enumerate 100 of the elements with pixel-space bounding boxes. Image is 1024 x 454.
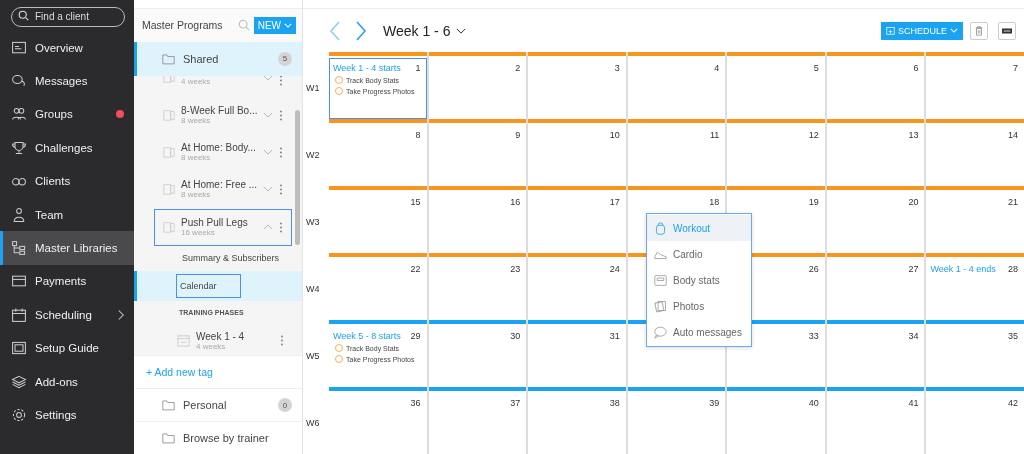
day-number: 19: [808, 197, 819, 207]
scrollbar[interactable]: [295, 109, 300, 245]
day-number: 28: [1007, 264, 1018, 274]
week-label: W4: [305, 282, 321, 296]
search-icon[interactable]: [237, 19, 250, 32]
day-number: 10: [609, 130, 620, 140]
day-number: 15: [410, 197, 421, 207]
day-number: 27: [908, 264, 919, 274]
scale-icon: [654, 273, 667, 287]
folder-item[interactable]: Shared 5: [134, 41, 302, 76]
phase-item[interactable]: Week 1 - 4 4 weeks: [134, 324, 292, 355]
count-badge: 0: [278, 398, 292, 413]
day-number: 23: [510, 264, 521, 274]
folder-icon: [162, 399, 175, 412]
day-number: 29: [410, 331, 421, 341]
week-label: W5: [305, 349, 321, 363]
next-icon[interactable]: [355, 20, 367, 41]
panel-title: Master Programs: [142, 19, 224, 32]
day-number: 9: [515, 130, 521, 140]
day-number: 3: [614, 63, 620, 73]
more-icon[interactable]: [280, 335, 284, 347]
more-icon[interactable]: [279, 221, 283, 233]
book-icon: [163, 221, 175, 234]
caret-icon: [456, 27, 467, 34]
program-item[interactable]: 8-Week Full Bo... 8 weeks: [154, 96, 292, 134]
week-label: W1: [305, 81, 321, 95]
hierarchy-icon: [11, 240, 27, 257]
phase-note: Week 1 - 4 ends: [930, 264, 996, 274]
nav-item[interactable]: Payments: [0, 264, 134, 299]
expand-icon[interactable]: [263, 75, 273, 81]
day-number: 31: [609, 331, 620, 341]
nav-item[interactable]: Master Libraries: [0, 231, 134, 265]
day-number: 13: [908, 130, 919, 140]
expand-icon[interactable]: [263, 149, 273, 156]
day-number: 30: [510, 331, 521, 341]
phase-note: Week 5 - 8 starts: [333, 331, 401, 341]
folder-icon: [162, 52, 175, 65]
week-range-dropdown[interactable]: Week 1 - 6: [377, 22, 467, 39]
day-number: 22: [410, 264, 421, 274]
menu-item[interactable]: Body stats: [647, 267, 751, 293]
day-number: 42: [1007, 398, 1018, 408]
day-number: 37: [510, 398, 521, 408]
day-number: 17: [609, 197, 620, 207]
folder-item[interactable]: Personal 0: [134, 388, 302, 422]
day-number: 34: [908, 331, 919, 341]
nav-item[interactable]: Overview: [0, 31, 134, 65]
caret-icon: [284, 22, 292, 28]
more-icon[interactable]: [279, 109, 283, 121]
program-item[interactable]: At Home: Free ... 8 weeks: [154, 170, 292, 208]
folder-item[interactable]: Browse by trainer: [134, 421, 302, 454]
delete-button[interactable]: [970, 21, 988, 40]
nav-item[interactable]: Setup Guide: [0, 331, 134, 365]
book-icon: [163, 146, 175, 159]
screen-icon: [11, 340, 27, 357]
calendar-icon: [11, 306, 27, 323]
gear-icon: [11, 407, 27, 423]
day-number: 20: [908, 197, 919, 207]
day-number: 35: [1007, 331, 1018, 341]
menu-item[interactable]: Cardio: [647, 241, 751, 267]
nav-item[interactable]: Messages: [0, 64, 134, 98]
week-label: W2: [305, 148, 321, 162]
previous-icon[interactable]: [329, 20, 341, 41]
kettlebell-icon: [654, 221, 667, 235]
search-icon: [18, 10, 29, 21]
photos-icon: [654, 299, 667, 313]
nav-item[interactable]: Team: [0, 197, 134, 232]
collapse-icon[interactable]: [263, 224, 273, 231]
nav-item[interactable]: Groups: [0, 97, 134, 132]
day-number: 1: [415, 63, 421, 73]
search-field[interactable]: Find a client: [11, 6, 125, 27]
nav-item[interactable]: Scheduling: [0, 298, 134, 332]
day-number: 38: [609, 398, 620, 408]
program-link-row[interactable]: Summary & Subscribers: [134, 245, 302, 271]
book-icon: [163, 109, 175, 122]
day-number: 26: [808, 264, 819, 274]
more-icon[interactable]: [279, 75, 283, 86]
nav-item[interactable]: Add-ons: [0, 364, 134, 399]
card-view-button[interactable]: [998, 21, 1016, 40]
nav-item[interactable]: Clients: [0, 164, 134, 198]
more-icon[interactable]: [279, 183, 283, 195]
nav-item[interactable]: Settings: [0, 398, 134, 432]
day-number: 7: [1012, 63, 1018, 73]
count-badge: 5: [278, 51, 292, 66]
program-item[interactable]: Push Pull Legs 16 weeks: [154, 208, 292, 246]
day-number: 33: [808, 331, 819, 341]
expand-icon[interactable]: [263, 186, 273, 193]
menu-item[interactable]: Auto messages: [647, 319, 751, 345]
menu-item[interactable]: Photos: [647, 293, 751, 319]
trophy-icon: [11, 139, 27, 156]
person-icon: [11, 206, 27, 223]
nav-item[interactable]: Challenges: [0, 131, 134, 165]
caret-icon: [950, 28, 958, 33]
program-item[interactable]: At Home: Body... 8 weeks: [154, 133, 292, 171]
program-link-row[interactable]: Calendar: [134, 270, 302, 301]
book-icon: [163, 183, 175, 196]
day-number: 12: [808, 130, 819, 140]
trash-icon: [974, 25, 984, 36]
people-icon: [11, 106, 27, 123]
expand-icon[interactable]: [263, 112, 273, 119]
more-icon[interactable]: [279, 146, 283, 158]
